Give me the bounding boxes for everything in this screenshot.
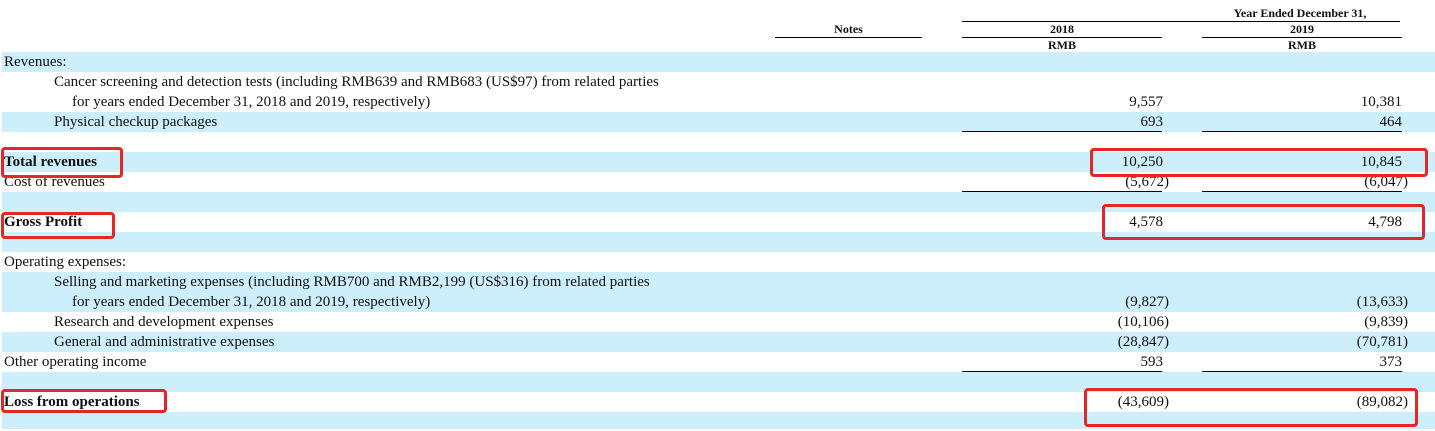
row-label: General and administrative expenses bbox=[54, 334, 275, 350]
row-label: Physical checkup packages bbox=[54, 114, 218, 130]
highlight-loss-operations-label bbox=[1, 389, 167, 413]
row-cancer-screening-cont: for years ended December 31, 2018 and 20… bbox=[2, 92, 1435, 112]
row-label: Other operating income bbox=[4, 354, 147, 370]
currency-2019-header: RMB bbox=[1288, 38, 1316, 52]
highlight-total-revenues-label bbox=[1, 147, 123, 178]
notes-underline bbox=[775, 37, 922, 38]
value-2018: 593 bbox=[1140, 354, 1164, 370]
row-cancer-screening: Cancer screening and detection tests (in… bbox=[2, 72, 1435, 92]
highlight-loss-operations-values bbox=[1084, 388, 1418, 427]
row-label: Operating expenses: bbox=[4, 254, 127, 270]
row-physical-checkup: Physical checkup packages 693 464 bbox=[2, 112, 1435, 132]
row-research-development: Research and development expenses (10,10… bbox=[2, 312, 1435, 332]
highlight-total-revenues-values bbox=[1090, 148, 1428, 177]
value-2018: (28,847) bbox=[1117, 334, 1169, 350]
row-label: Selling and marketing expenses (includin… bbox=[54, 274, 650, 290]
currency-2018-header: RMB bbox=[1048, 38, 1076, 52]
highlight-gross-profit-label bbox=[1, 212, 115, 239]
value-2019: (70,781) bbox=[1356, 334, 1408, 350]
row-general-administrative: General and administrative expenses (28,… bbox=[2, 332, 1435, 352]
year-2018-underline bbox=[962, 37, 1162, 38]
row-label: for years ended December 31, 2018 and 20… bbox=[72, 94, 431, 110]
value-2019: 373 bbox=[1379, 354, 1403, 370]
row-revenues-heading: Revenues: bbox=[2, 52, 1435, 72]
value-2019: (9,839) bbox=[1364, 314, 1408, 330]
row-operating-expenses-heading: Operating expenses: bbox=[2, 252, 1435, 272]
notes-header: Notes bbox=[834, 22, 863, 36]
value-2019: 464 bbox=[1379, 114, 1403, 130]
highlight-gross-profit-values bbox=[1102, 204, 1425, 240]
year-2019-header: 2019 bbox=[1290, 22, 1314, 36]
row-selling-marketing: Selling and marketing expenses (includin… bbox=[2, 272, 1435, 292]
period-header: Year Ended December 31, bbox=[1233, 6, 1367, 20]
year-2019-underline bbox=[1202, 37, 1402, 38]
row-label: Cancer screening and detection tests (in… bbox=[54, 74, 659, 90]
value-2018: 9,557 bbox=[1129, 94, 1163, 110]
row-label: for years ended December 31, 2018 and 20… bbox=[72, 294, 431, 310]
row-other-operating-income: Other operating income 593 373 bbox=[2, 352, 1435, 372]
row-label: Revenues: bbox=[4, 54, 67, 70]
value-2018: (10,106) bbox=[1117, 314, 1169, 330]
value-2018: 693 bbox=[1140, 114, 1164, 130]
row-selling-marketing-cont: for years ended December 31, 2018 and 20… bbox=[2, 292, 1435, 312]
value-2019: (13,633) bbox=[1356, 294, 1408, 310]
value-2019: 10,381 bbox=[1360, 94, 1402, 110]
year-2018-header: 2018 bbox=[1050, 22, 1074, 36]
value-2018: (9,827) bbox=[1125, 294, 1169, 310]
row-label: Research and development expenses bbox=[54, 314, 274, 330]
